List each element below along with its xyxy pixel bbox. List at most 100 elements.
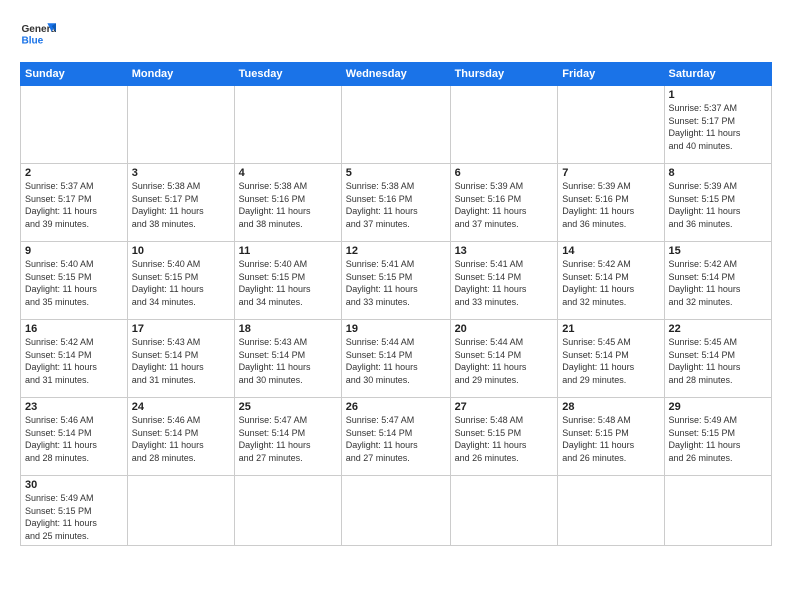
day-info: Sunrise: 5:45 AMSunset: 5:14 PMDaylight:… (562, 336, 659, 386)
calendar-cell: 29Sunrise: 5:49 AMSunset: 5:15 PMDayligh… (664, 398, 771, 476)
logo-icon: General Blue (20, 16, 56, 52)
calendar-week-row: 23Sunrise: 5:46 AMSunset: 5:14 PMDayligh… (21, 398, 772, 476)
day-info: Sunrise: 5:42 AMSunset: 5:14 PMDaylight:… (669, 258, 767, 308)
calendar-table: SundayMondayTuesdayWednesdayThursdayFrid… (20, 62, 772, 546)
day-number: 18 (239, 323, 337, 335)
weekday-header-tuesday: Tuesday (234, 63, 341, 86)
calendar-cell (341, 86, 450, 164)
calendar-cell: 20Sunrise: 5:44 AMSunset: 5:14 PMDayligh… (450, 320, 558, 398)
day-number: 25 (239, 401, 337, 413)
calendar-cell: 10Sunrise: 5:40 AMSunset: 5:15 PMDayligh… (127, 242, 234, 320)
day-info: Sunrise: 5:43 AMSunset: 5:14 PMDaylight:… (239, 336, 337, 386)
day-info: Sunrise: 5:40 AMSunset: 5:15 PMDaylight:… (25, 258, 123, 308)
calendar-cell: 11Sunrise: 5:40 AMSunset: 5:15 PMDayligh… (234, 242, 341, 320)
day-info: Sunrise: 5:38 AMSunset: 5:17 PMDaylight:… (132, 180, 230, 230)
svg-text:Blue: Blue (21, 35, 43, 46)
weekday-header-sunday: Sunday (21, 63, 128, 86)
calendar-cell (234, 86, 341, 164)
day-number: 24 (132, 401, 230, 413)
day-number: 10 (132, 245, 230, 257)
day-number: 7 (562, 167, 659, 179)
calendar-cell (341, 476, 450, 546)
calendar-cell (127, 476, 234, 546)
day-info: Sunrise: 5:48 AMSunset: 5:15 PMDaylight:… (455, 414, 554, 464)
calendar-cell: 5Sunrise: 5:38 AMSunset: 5:16 PMDaylight… (341, 164, 450, 242)
weekday-header-thursday: Thursday (450, 63, 558, 86)
day-number: 28 (562, 401, 659, 413)
calendar-cell (21, 86, 128, 164)
calendar-cell: 26Sunrise: 5:47 AMSunset: 5:14 PMDayligh… (341, 398, 450, 476)
day-number: 4 (239, 167, 337, 179)
calendar-week-row: 16Sunrise: 5:42 AMSunset: 5:14 PMDayligh… (21, 320, 772, 398)
day-number: 11 (239, 245, 337, 257)
calendar-cell: 18Sunrise: 5:43 AMSunset: 5:14 PMDayligh… (234, 320, 341, 398)
calendar-cell: 19Sunrise: 5:44 AMSunset: 5:14 PMDayligh… (341, 320, 450, 398)
day-info: Sunrise: 5:47 AMSunset: 5:14 PMDaylight:… (239, 414, 337, 464)
day-info: Sunrise: 5:40 AMSunset: 5:15 PMDaylight:… (239, 258, 337, 308)
day-info: Sunrise: 5:49 AMSunset: 5:15 PMDaylight:… (25, 492, 123, 542)
day-number: 9 (25, 245, 123, 257)
day-number: 5 (346, 167, 446, 179)
day-number: 14 (562, 245, 659, 257)
calendar-cell: 1Sunrise: 5:37 AMSunset: 5:17 PMDaylight… (664, 86, 771, 164)
day-info: Sunrise: 5:45 AMSunset: 5:14 PMDaylight:… (669, 336, 767, 386)
day-info: Sunrise: 5:39 AMSunset: 5:15 PMDaylight:… (669, 180, 767, 230)
calendar-week-row: 2Sunrise: 5:37 AMSunset: 5:17 PMDaylight… (21, 164, 772, 242)
day-number: 13 (455, 245, 554, 257)
calendar-cell (558, 476, 664, 546)
calendar-cell: 3Sunrise: 5:38 AMSunset: 5:17 PMDaylight… (127, 164, 234, 242)
calendar-week-row: 1Sunrise: 5:37 AMSunset: 5:17 PMDaylight… (21, 86, 772, 164)
day-number: 27 (455, 401, 554, 413)
day-number: 12 (346, 245, 446, 257)
day-info: Sunrise: 5:38 AMSunset: 5:16 PMDaylight:… (239, 180, 337, 230)
day-info: Sunrise: 5:39 AMSunset: 5:16 PMDaylight:… (455, 180, 554, 230)
day-info: Sunrise: 5:49 AMSunset: 5:15 PMDaylight:… (669, 414, 767, 464)
calendar-cell (450, 476, 558, 546)
calendar-cell (664, 476, 771, 546)
weekday-header-wednesday: Wednesday (341, 63, 450, 86)
calendar-cell (450, 86, 558, 164)
day-number: 17 (132, 323, 230, 335)
calendar-cell (234, 476, 341, 546)
day-info: Sunrise: 5:40 AMSunset: 5:15 PMDaylight:… (132, 258, 230, 308)
day-number: 26 (346, 401, 446, 413)
day-number: 16 (25, 323, 123, 335)
calendar-cell: 17Sunrise: 5:43 AMSunset: 5:14 PMDayligh… (127, 320, 234, 398)
calendar-cell: 7Sunrise: 5:39 AMSunset: 5:16 PMDaylight… (558, 164, 664, 242)
calendar-cell: 23Sunrise: 5:46 AMSunset: 5:14 PMDayligh… (21, 398, 128, 476)
calendar-cell: 6Sunrise: 5:39 AMSunset: 5:16 PMDaylight… (450, 164, 558, 242)
day-number: 2 (25, 167, 123, 179)
day-number: 29 (669, 401, 767, 413)
day-number: 30 (25, 479, 123, 491)
day-number: 20 (455, 323, 554, 335)
day-info: Sunrise: 5:48 AMSunset: 5:15 PMDaylight:… (562, 414, 659, 464)
day-number: 15 (669, 245, 767, 257)
day-number: 19 (346, 323, 446, 335)
calendar-cell: 13Sunrise: 5:41 AMSunset: 5:14 PMDayligh… (450, 242, 558, 320)
calendar-cell: 16Sunrise: 5:42 AMSunset: 5:14 PMDayligh… (21, 320, 128, 398)
page-header: General Blue (20, 16, 772, 52)
calendar-cell: 2Sunrise: 5:37 AMSunset: 5:17 PMDaylight… (21, 164, 128, 242)
calendar-cell: 27Sunrise: 5:48 AMSunset: 5:15 PMDayligh… (450, 398, 558, 476)
calendar-cell: 22Sunrise: 5:45 AMSunset: 5:14 PMDayligh… (664, 320, 771, 398)
calendar-cell: 25Sunrise: 5:47 AMSunset: 5:14 PMDayligh… (234, 398, 341, 476)
day-number: 22 (669, 323, 767, 335)
day-number: 1 (669, 89, 767, 101)
calendar-cell: 14Sunrise: 5:42 AMSunset: 5:14 PMDayligh… (558, 242, 664, 320)
weekday-header-saturday: Saturday (664, 63, 771, 86)
day-info: Sunrise: 5:42 AMSunset: 5:14 PMDaylight:… (562, 258, 659, 308)
day-number: 6 (455, 167, 554, 179)
calendar-cell: 28Sunrise: 5:48 AMSunset: 5:15 PMDayligh… (558, 398, 664, 476)
calendar-cell (127, 86, 234, 164)
day-info: Sunrise: 5:43 AMSunset: 5:14 PMDaylight:… (132, 336, 230, 386)
weekday-header-row: SundayMondayTuesdayWednesdayThursdayFrid… (21, 63, 772, 86)
calendar-cell (558, 86, 664, 164)
calendar-cell: 8Sunrise: 5:39 AMSunset: 5:15 PMDaylight… (664, 164, 771, 242)
weekday-header-monday: Monday (127, 63, 234, 86)
calendar-cell: 21Sunrise: 5:45 AMSunset: 5:14 PMDayligh… (558, 320, 664, 398)
calendar-cell: 30Sunrise: 5:49 AMSunset: 5:15 PMDayligh… (21, 476, 128, 546)
weekday-header-friday: Friday (558, 63, 664, 86)
day-info: Sunrise: 5:44 AMSunset: 5:14 PMDaylight:… (346, 336, 446, 386)
calendar-cell: 4Sunrise: 5:38 AMSunset: 5:16 PMDaylight… (234, 164, 341, 242)
day-info: Sunrise: 5:42 AMSunset: 5:14 PMDaylight:… (25, 336, 123, 386)
